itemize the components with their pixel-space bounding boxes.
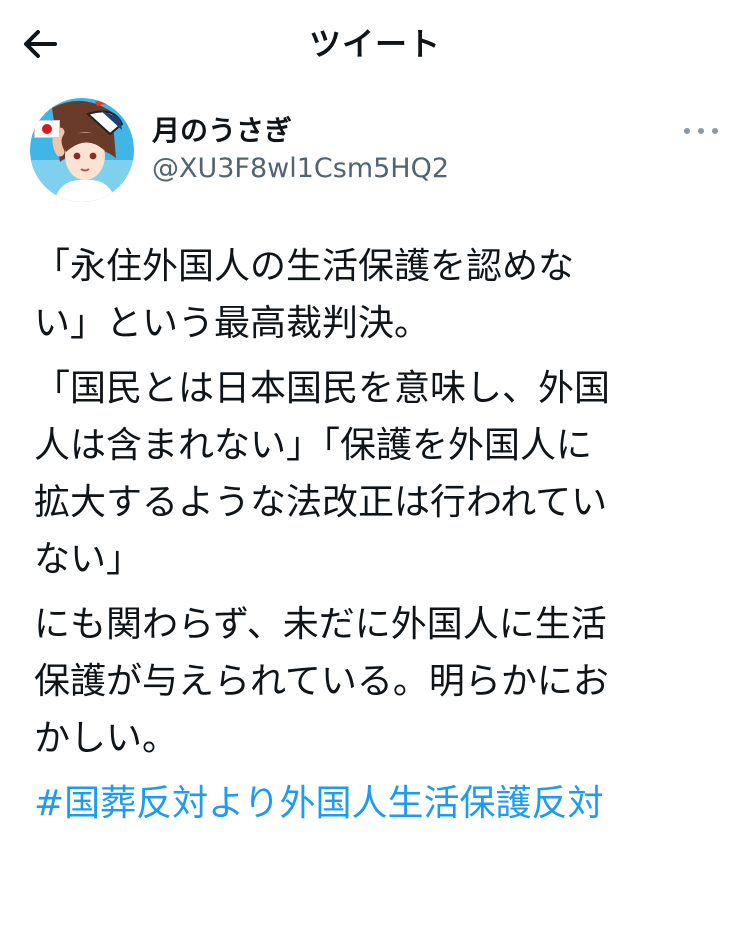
more-dots-icon bbox=[684, 128, 718, 134]
avatar[interactable] bbox=[30, 98, 134, 202]
user-handle[interactable]: @XU3F8wl1Csm5HQ2 bbox=[152, 152, 449, 186]
display-name[interactable]: 月のうさぎ bbox=[152, 114, 292, 148]
tweet-paragraph: 「永住外国人の生活保護を認めな い」という最高裁判決。 bbox=[34, 246, 575, 344]
tweet-paragraph: にも関わらず、未だに外国人に生活 保護が与えられている。明らかにお かしい。 bbox=[34, 604, 609, 759]
page-title: ツイート bbox=[308, 25, 441, 63]
tweet-paragraph: 「国民とは日本国民を意味し、外国 人は含まれない」「保護を外国人に 拡大するよう… bbox=[34, 368, 611, 580]
tweet-author: 月のうさぎ @XU3F8wl1Csm5HQ2 bbox=[0, 96, 750, 208]
tweet-text: 「永住外国人の生活保護を認めな い」という最高裁判決。 「国民とは日本国民を意味… bbox=[34, 238, 724, 832]
japan-flag-icon bbox=[34, 120, 60, 138]
hashtag-link[interactable]: #国葬反対より外国人生活保護反対 bbox=[34, 783, 603, 824]
top-bar: ツイート bbox=[0, 0, 750, 88]
more-options-button[interactable] bbox=[676, 116, 726, 146]
